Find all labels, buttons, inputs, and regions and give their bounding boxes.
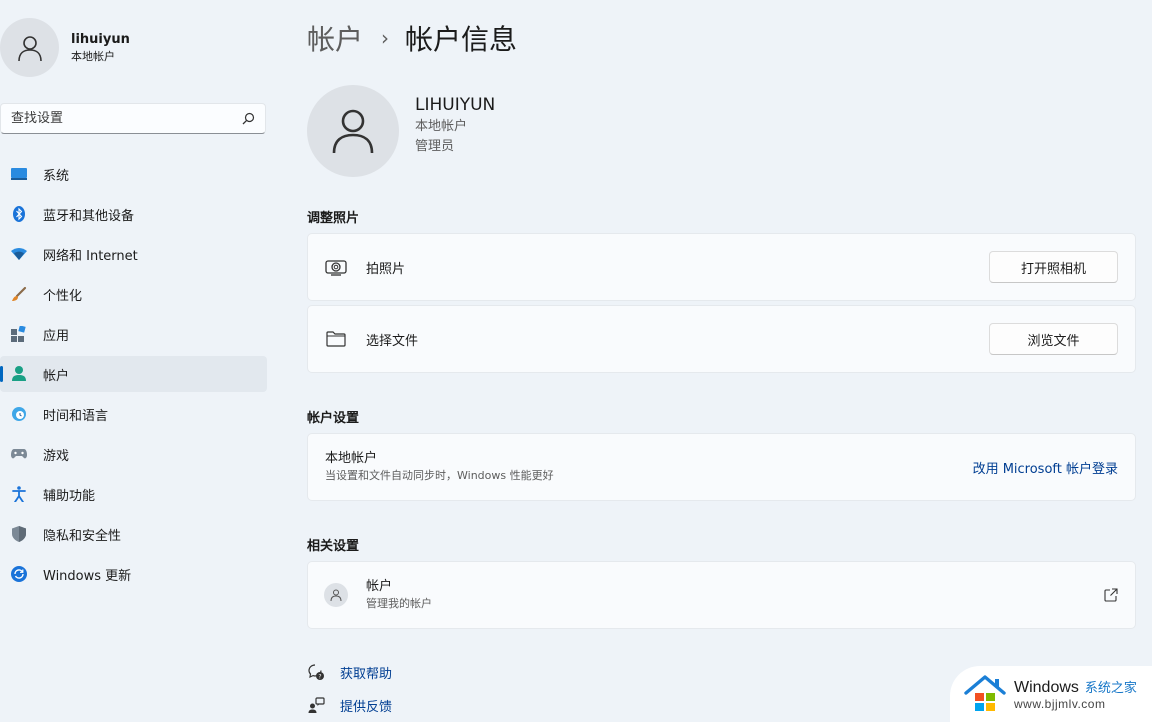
sidebar-item-label: 帐户 <box>43 368 70 384</box>
give-feedback-link[interactable]: 提供反馈 <box>307 696 392 715</box>
brush-icon <box>11 286 27 302</box>
get-help-link[interactable]: ? 获取帮助 <box>307 663 392 682</box>
sidebar-item-privacy[interactable]: 隐私和安全性 <box>0 516 267 552</box>
feedback-icon <box>307 697 325 715</box>
avatar <box>0 18 59 77</box>
person-icon <box>11 366 27 382</box>
page-title: 帐户信息 <box>405 23 518 56</box>
sidebar-item-accounts[interactable]: 帐户 <box>0 356 267 392</box>
external-link-icon[interactable] <box>1104 588 1118 602</box>
gamepad-icon <box>11 446 27 462</box>
help-icon: ? <box>307 664 325 682</box>
local-account-subtitle: 当设置和文件自动同步时，Windows 性能更好 <box>325 469 554 482</box>
camera-icon <box>325 256 347 278</box>
take-photo-row: 拍照片 打开照相机 <box>307 233 1136 301</box>
profile-role: 管理员 <box>415 139 455 154</box>
sidebar: lihuiyun 本地帐户 系统 蓝牙和其他设备 <box>0 0 282 722</box>
manage-accounts-title: 帐户 <box>366 579 393 594</box>
person-outline-icon <box>332 109 374 154</box>
search-icon[interactable] <box>241 112 255 126</box>
house-logo-icon <box>964 675 1006 711</box>
user-card[interactable]: lihuiyun 本地帐户 <box>0 18 130 77</box>
sidebar-item-system[interactable]: 系统 <box>0 156 267 192</box>
sidebar-item-accessibility[interactable]: 辅助功能 <box>0 476 267 512</box>
sidebar-item-personalization[interactable]: 个性化 <box>0 276 267 312</box>
section-title-photo: 调整照片 <box>307 211 360 226</box>
profile-name: LIHUIYUN <box>415 95 496 115</box>
sidebar-item-label: 蓝牙和其他设备 <box>43 208 135 224</box>
user-name: lihuiyun <box>71 31 130 47</box>
switch-to-microsoft-account-link[interactable]: 改用 Microsoft 帐户登录 <box>973 458 1118 477</box>
get-help-label: 获取帮助 <box>340 667 393 682</box>
main-content: 帐户 › 帐户信息 LIHUIYUN 本地帐户 管理员 调整照片 拍照片 打开照… <box>307 0 1136 722</box>
sidebar-item-time-language[interactable]: 时间和语言 <box>0 396 267 432</box>
manage-accounts-subtitle: 管理我的帐户 <box>366 597 432 610</box>
choose-file-row: 选择文件 浏览文件 <box>307 305 1136 373</box>
breadcrumb: 帐户 › 帐户信息 <box>307 18 517 58</box>
browse-files-button[interactable]: 浏览文件 <box>989 323 1118 355</box>
search-input[interactable] <box>11 111 211 126</box>
sidebar-item-network[interactable]: 网络和 Internet <box>0 236 267 272</box>
breadcrumb-separator: › <box>381 26 390 50</box>
account-avatar-icon <box>324 583 348 607</box>
give-feedback-label: 提供反馈 <box>340 700 393 715</box>
sidebar-nav: 系统 蓝牙和其他设备 网络和 Internet 个性化 应用 帐户 时间和语言 … <box>0 156 267 596</box>
sidebar-item-label: 辅助功能 <box>43 488 96 504</box>
sidebar-item-bluetooth[interactable]: 蓝牙和其他设备 <box>0 196 267 232</box>
accessibility-icon <box>11 486 27 502</box>
section-title-related-settings: 相关设置 <box>307 539 360 554</box>
bluetooth-icon <box>11 206 27 222</box>
person-outline-icon <box>17 35 42 61</box>
manage-accounts-row[interactable]: 帐户 管理我的帐户 <box>307 561 1136 629</box>
watermark-url: www.bjjmlv.com <box>1014 697 1106 711</box>
sidebar-item-label: 个性化 <box>43 288 83 304</box>
monitor-icon <box>11 166 27 182</box>
user-type: 本地帐户 <box>71 49 115 63</box>
shield-icon <box>11 526 27 542</box>
globe-clock-icon <box>11 406 27 422</box>
sidebar-item-windows-update[interactable]: Windows 更新 <box>0 556 267 592</box>
svg-text:?: ? <box>318 673 321 680</box>
local-account-title: 本地帐户 <box>325 451 378 466</box>
site-watermark: Windows 系统之家 www.bjjmlv.com <box>950 666 1152 722</box>
breadcrumb-parent[interactable]: 帐户 <box>307 18 363 58</box>
local-account-row: 本地帐户 当设置和文件自动同步时，Windows 性能更好 改用 Microso… <box>307 433 1136 501</box>
apps-icon <box>11 326 27 342</box>
watermark-site: 系统之家 <box>1084 681 1137 696</box>
wifi-icon <box>11 246 27 262</box>
profile-avatar <box>307 85 399 177</box>
profile-type: 本地帐户 <box>415 119 468 134</box>
sidebar-item-label: 隐私和安全性 <box>43 528 122 544</box>
open-camera-button[interactable]: 打开照相机 <box>989 251 1118 283</box>
section-title-account-settings: 帐户设置 <box>307 411 360 426</box>
search-box[interactable] <box>0 103 266 134</box>
sidebar-item-label: 网络和 Internet <box>43 248 138 264</box>
choose-file-label: 选择文件 <box>366 333 419 349</box>
sidebar-item-label: 时间和语言 <box>43 408 109 424</box>
watermark-brand: Windows <box>1014 679 1079 696</box>
sidebar-item-label: 系统 <box>43 168 70 184</box>
update-icon <box>11 566 27 582</box>
sidebar-item-gaming[interactable]: 游戏 <box>0 436 267 472</box>
sidebar-item-apps[interactable]: 应用 <box>0 316 267 352</box>
take-photo-label: 拍照片 <box>366 261 406 277</box>
profile-header: LIHUIYUN 本地帐户 管理员 <box>307 85 495 177</box>
sidebar-item-label: Windows 更新 <box>43 568 132 584</box>
sidebar-item-label: 游戏 <box>43 448 70 464</box>
sidebar-item-label: 应用 <box>43 328 70 344</box>
folder-icon <box>325 328 347 350</box>
